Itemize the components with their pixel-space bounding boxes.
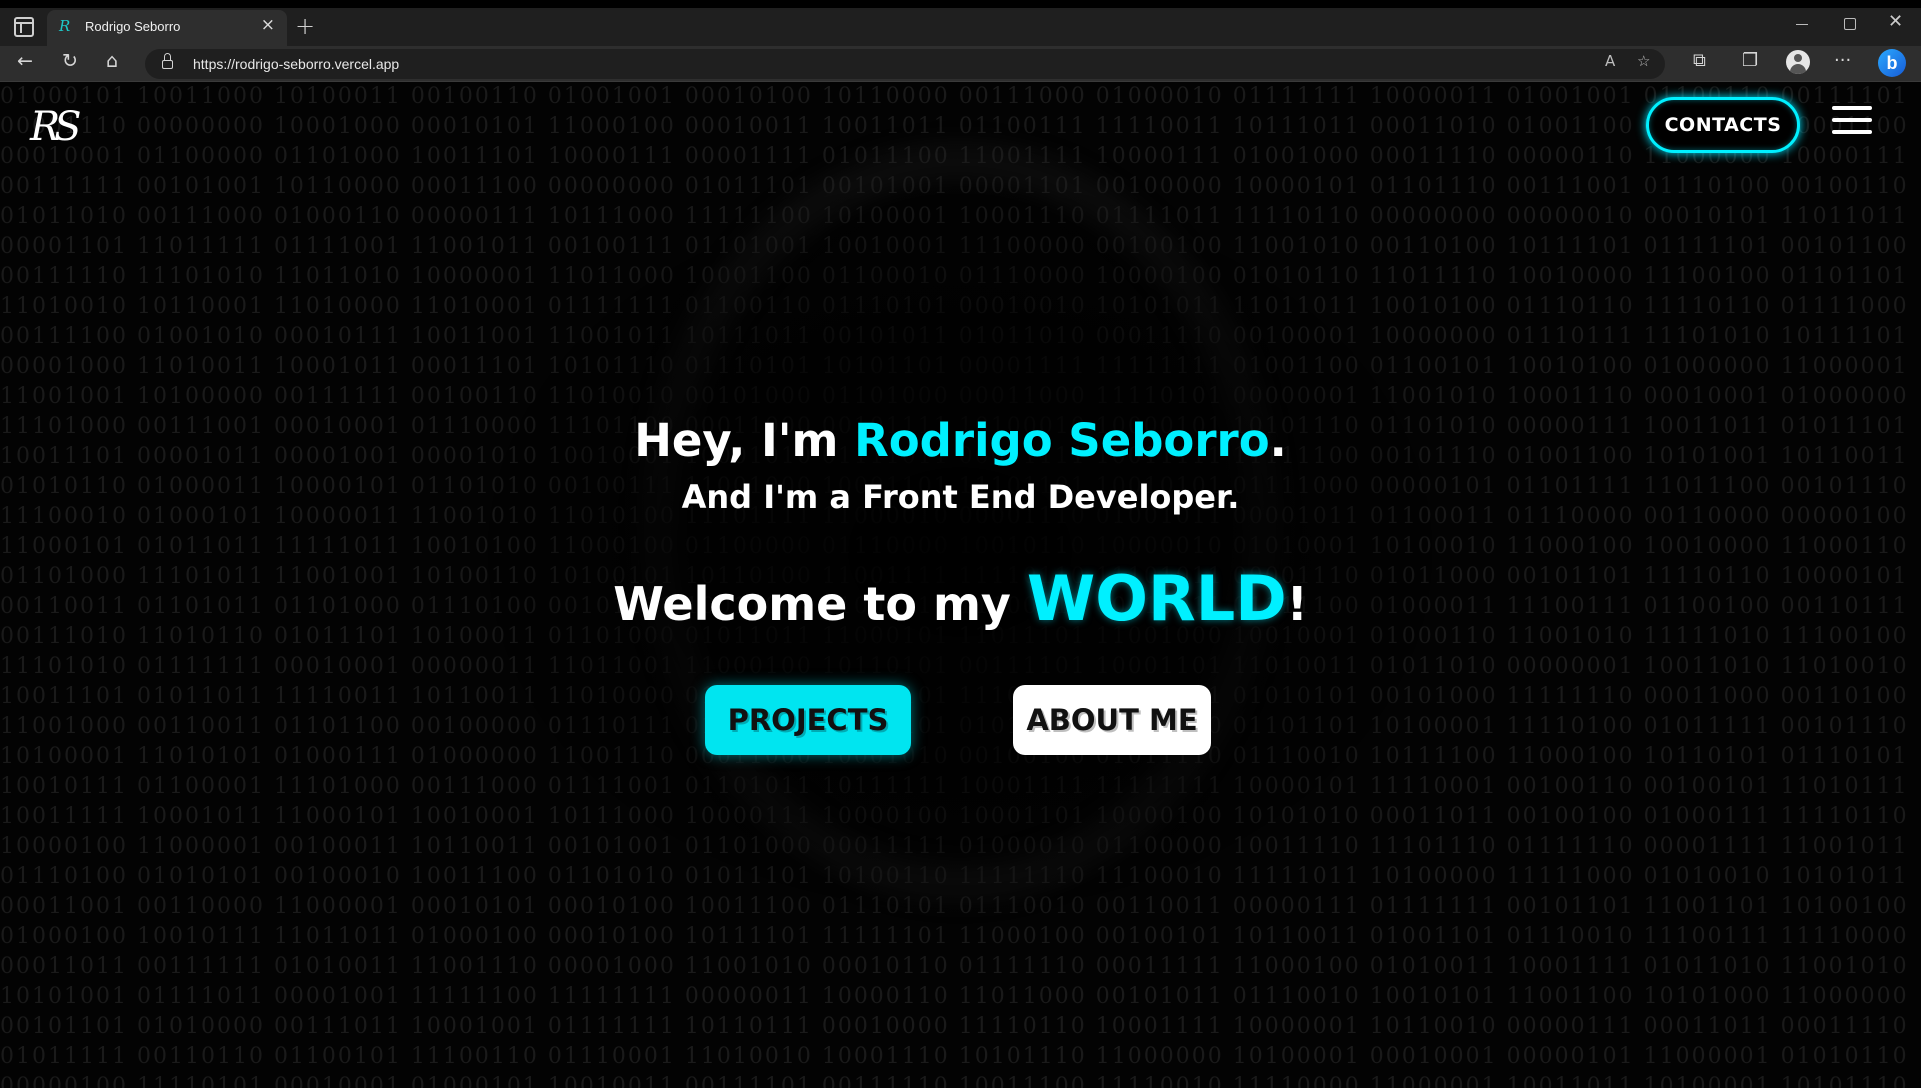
hero-welcome: Welcome to my WORLD! — [0, 562, 1921, 635]
lock-icon[interactable] — [162, 53, 173, 69]
hamburger-icon[interactable] — [1832, 104, 1872, 136]
url-text[interactable]: https://rodrigo-seborro.vercel.app — [193, 56, 399, 72]
window-close-icon[interactable]: ✕ — [1888, 13, 1903, 31]
browser-tab[interactable]: R Rodrigo Seborro × — [47, 10, 287, 46]
back-icon[interactable]: ← — [17, 52, 33, 71]
greeting-suffix: . — [1269, 414, 1287, 467]
tab-title: Rodrigo Seborro — [85, 19, 181, 34]
welcome-prefix: Welcome to my — [613, 577, 1027, 631]
hero-greeting: Hey, I'm Rodrigo Seborro. — [0, 414, 1921, 467]
address-bar[interactable]: https://rodrigo-seborro.vercel.app A ☆ — [145, 49, 1665, 79]
favorite-icon[interactable]: ☆ — [1637, 54, 1650, 69]
restore-icon[interactable] — [1844, 18, 1856, 30]
contacts-button[interactable]: CONTACTS — [1646, 97, 1800, 153]
sidebar-icon[interactable] — [14, 17, 34, 37]
welcome-highlight: WORLD — [1026, 562, 1287, 635]
welcome-suffix: ! — [1286, 577, 1308, 631]
hero-role: And I'm a Front End Developer. — [681, 478, 1240, 516]
page-viewport: 01000101 10011000 10100011 00100110 0100… — [0, 82, 1921, 1088]
refresh-icon[interactable]: ↻ — [62, 52, 78, 71]
greeting-prefix: Hey, I'm — [634, 414, 855, 467]
browser-nav-bar: ← ↻ ⌂ https://rodrigo-seborro.vercel.app… — [0, 46, 1921, 82]
favicon-icon: R — [59, 17, 71, 35]
home-icon[interactable]: ⌂ — [106, 52, 118, 71]
collections-icon[interactable]: ❐ — [1742, 52, 1758, 70]
browser-tab-bar: R Rodrigo Seborro × + ✕ — [0, 0, 1921, 46]
bing-icon[interactable]: b — [1878, 49, 1906, 77]
extensions-icon[interactable]: ⧉ — [1693, 52, 1706, 70]
close-icon[interactable]: × — [261, 17, 275, 34]
hero-name: Rodrigo Seborro — [854, 414, 1270, 467]
about-me-button[interactable]: ABOUT ME — [1013, 685, 1211, 755]
plus-icon[interactable]: + — [295, 14, 315, 38]
minimize-icon[interactable] — [1796, 24, 1808, 25]
more-icon[interactable]: ··· — [1834, 52, 1851, 70]
read-aloud-icon[interactable]: A — [1605, 54, 1615, 69]
projects-button[interactable]: PROJECTS — [705, 685, 911, 755]
site-logo[interactable]: RS — [30, 104, 81, 150]
profile-icon[interactable] — [1786, 50, 1810, 74]
